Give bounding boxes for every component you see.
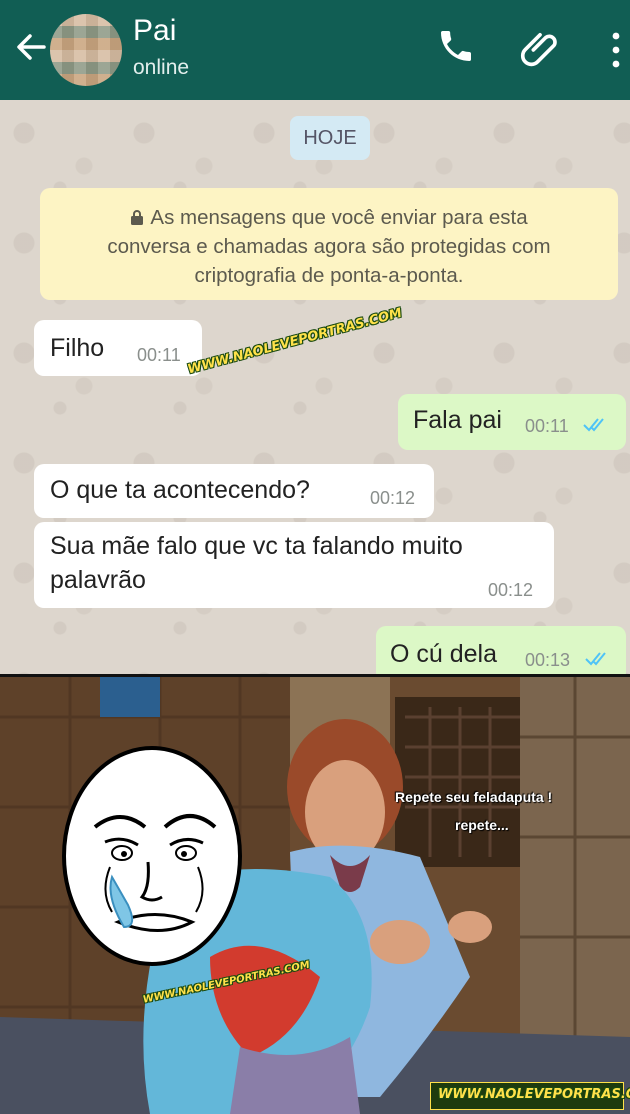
message-text: Fala pai	[413, 406, 502, 434]
read-ticks-icon	[585, 652, 606, 666]
footer-watermark: WWW.NAOLEVEPORTRAS.COM	[438, 1087, 630, 1102]
lock-icon	[131, 210, 144, 225]
chat-header: Pai online	[0, 0, 630, 100]
phone-icon[interactable]	[436, 26, 476, 66]
contact-name[interactable]: Pai	[133, 14, 176, 48]
message-bubble-incoming[interactable]: Filho 00:11	[34, 320, 202, 376]
avatar[interactable]	[50, 14, 122, 86]
message-time: 00:11	[525, 416, 569, 436]
back-arrow-icon[interactable]	[14, 30, 48, 64]
watermark: WWW.NAOLEVEPORTRAS.COM	[186, 305, 404, 378]
meme-caption-2: repete...	[455, 817, 509, 833]
message-time: 00:12	[488, 580, 534, 600]
message-time: 00:12	[370, 488, 416, 508]
meme-scene	[0, 677, 630, 1114]
message-text: Filho	[50, 334, 105, 362]
meme-photo: Repete seu feladaputa ! repete... WWW.NA…	[0, 677, 630, 1114]
encryption-notice-line1: As mensagens que você enviar para esta	[40, 203, 618, 232]
chat-area[interactable]: HOJE As mensagens que você enviar para e…	[0, 100, 630, 675]
message-time: 00:13	[525, 650, 571, 670]
more-vert-icon[interactable]	[608, 28, 624, 72]
paperclip-icon[interactable]	[518, 26, 564, 72]
message-text-line2: palavrão	[50, 566, 146, 594]
message-text: O que ta acontecendo?	[50, 476, 310, 504]
message-text: O cú dela	[390, 640, 498, 668]
screenshot-frame: Pai online HOJE As mensagens que você en…	[0, 0, 630, 1114]
date-chip: HOJE	[290, 116, 370, 160]
meme-caption-1: Repete seu feladaputa !	[395, 789, 553, 805]
encryption-notice-line2: conversa e chamadas agora são protegidas…	[107, 235, 551, 258]
encryption-notice-line3: criptografia de ponta-a-ponta.	[194, 264, 464, 287]
message-time: 00:11	[137, 345, 181, 365]
encryption-notice: As mensagens que você enviar para esta c…	[40, 188, 618, 300]
message-bubble-incoming[interactable]: O que ta acontecendo? 00:12	[34, 464, 434, 518]
contact-status: online	[133, 56, 190, 79]
message-bubble-incoming[interactable]: Sua mãe falo que vc ta falando muito pal…	[34, 522, 554, 608]
message-bubble-outgoing[interactable]: Fala pai 00:11	[398, 394, 626, 450]
read-ticks-icon	[583, 418, 604, 432]
message-bubble-outgoing[interactable]: O cú dela 00:13	[376, 626, 626, 675]
message-text-line1: Sua mãe falo que vc ta falando muito	[50, 532, 463, 560]
